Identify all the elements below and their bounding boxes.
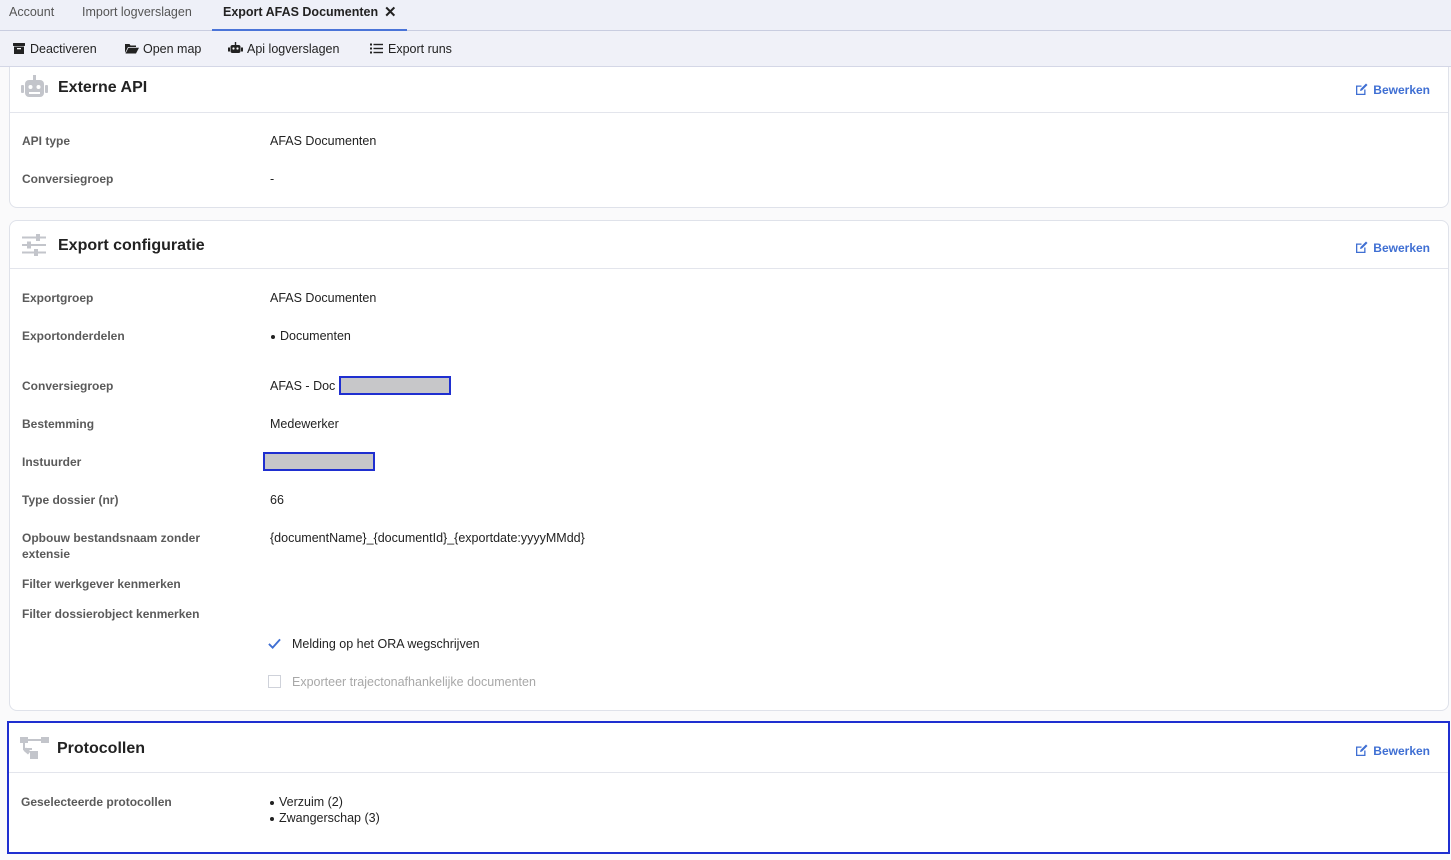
edit-button[interactable]: Bewerken (1356, 83, 1430, 97)
ora-checkbox-label: Melding op het ORA wegschrijven (292, 637, 480, 651)
tab-export-afas-documenten[interactable]: Export AFAS Documenten ✕ (212, 0, 407, 31)
destination-value: Medewerker (270, 417, 339, 431)
export-runs-button[interactable]: Export runs (370, 40, 458, 58)
tab-account[interactable]: Account (9, 0, 54, 31)
api-logverslagen-button[interactable]: Api logverslagen (228, 40, 346, 58)
edit-label: Bewerken (1373, 744, 1430, 758)
deactivate-label: Deactiveren (30, 42, 97, 56)
list-item-text: Documenten (280, 329, 351, 343)
card-header: Externe API Bewerken (10, 67, 1448, 113)
tab-label: Import logverslagen (82, 5, 192, 19)
traject-checkbox-label: Exporteer trajectonafhankelijke document… (292, 675, 536, 689)
edit-button[interactable]: Bewerken (1356, 744, 1430, 758)
traject-checkbox[interactable] (268, 675, 281, 688)
exportparts-label: Exportonderdelen (22, 329, 125, 343)
edit-icon (1356, 744, 1368, 756)
exportgroup-value: AFAS Documenten (270, 291, 377, 305)
folder-open-icon (125, 44, 139, 54)
export-config-card: Export configuratie Bewerken Exportgroep… (9, 220, 1449, 711)
archive-icon (13, 43, 25, 54)
conversion-group-value: - (270, 172, 275, 186)
api-type-value: AFAS Documenten (270, 134, 377, 148)
dossier-type-label: Type dossier (nr) (22, 493, 119, 507)
list-icon (370, 43, 383, 54)
edit-icon (1356, 241, 1368, 253)
external-api-card: Externe API Bewerken API type AFAS Docum… (9, 67, 1449, 208)
redacted-field (339, 376, 451, 395)
filename-pattern-label: Opbouw bestandsnaam zonder extensie (22, 531, 201, 561)
edit-label: Bewerken (1373, 83, 1430, 97)
robot-icon (21, 75, 48, 97)
conversion-group-value: AFAS - Doc - (270, 379, 343, 393)
filename-pattern-value: {documentName}_{documentId}_{exportdate:… (270, 531, 585, 545)
tab-bar: Account Import logverslagen Export AFAS … (0, 0, 1451, 31)
export-runs-label: Export runs (388, 42, 452, 56)
tab-label: Export AFAS Documenten (223, 5, 379, 19)
conversion-group-label: Conversiegroep (22, 379, 114, 393)
sender-label: Instuurder (22, 455, 82, 469)
main-content[interactable]: Externe API Bewerken API type AFAS Docum… (0, 67, 1451, 860)
open-map-label: Open map (143, 42, 202, 56)
dossier-type-value: 66 (270, 493, 284, 507)
card-title: Protocollen (57, 740, 146, 757)
tab-import-logverslagen[interactable]: Import logverslagen (82, 0, 192, 31)
checkmark-icon[interactable] (268, 637, 281, 650)
list-item-text: Verzuim (2) (279, 795, 343, 809)
selected-protocols-label: Geselecteerde protocollen (21, 795, 172, 809)
api-type-label: API type (22, 134, 71, 148)
tab-label: Account (9, 5, 55, 19)
sliders-icon (22, 234, 46, 256)
card-title: Externe API (58, 79, 148, 96)
toolbar: Deactiveren Open map Api logverslagen Ex… (0, 31, 1451, 67)
exportgroup-label: Exportgroep (22, 291, 94, 305)
deactivate-button[interactable]: Deactiveren (13, 40, 103, 58)
card-title: Export configuratie (58, 237, 205, 254)
destination-label: Bestemming (22, 417, 95, 431)
edit-icon (1356, 83, 1368, 95)
protocols-card: Protocollen Bewerken Geselecteerde proto… (7, 721, 1450, 854)
card-header: Protocollen Bewerken (9, 723, 1448, 773)
edit-label: Bewerken (1373, 241, 1430, 255)
edit-button[interactable]: Bewerken (1356, 241, 1430, 255)
api-logverslagen-label: Api logverslagen (247, 42, 340, 56)
open-map-button[interactable]: Open map (125, 40, 205, 58)
conversion-group-label: Conversiegroep (22, 172, 114, 186)
filter-employer-label: Filter werkgever kenmerken (22, 577, 181, 591)
close-icon[interactable]: ✕ (384, 1, 397, 25)
robot-icon (228, 42, 243, 53)
sitemap-icon (20, 737, 49, 759)
list-item-text: Zwangerschap (3) (279, 811, 380, 825)
card-header: Export configuratie Bewerken (10, 221, 1448, 269)
redacted-field (263, 452, 375, 471)
filter-dossier-label: Filter dossierobject kenmerken (22, 607, 200, 621)
